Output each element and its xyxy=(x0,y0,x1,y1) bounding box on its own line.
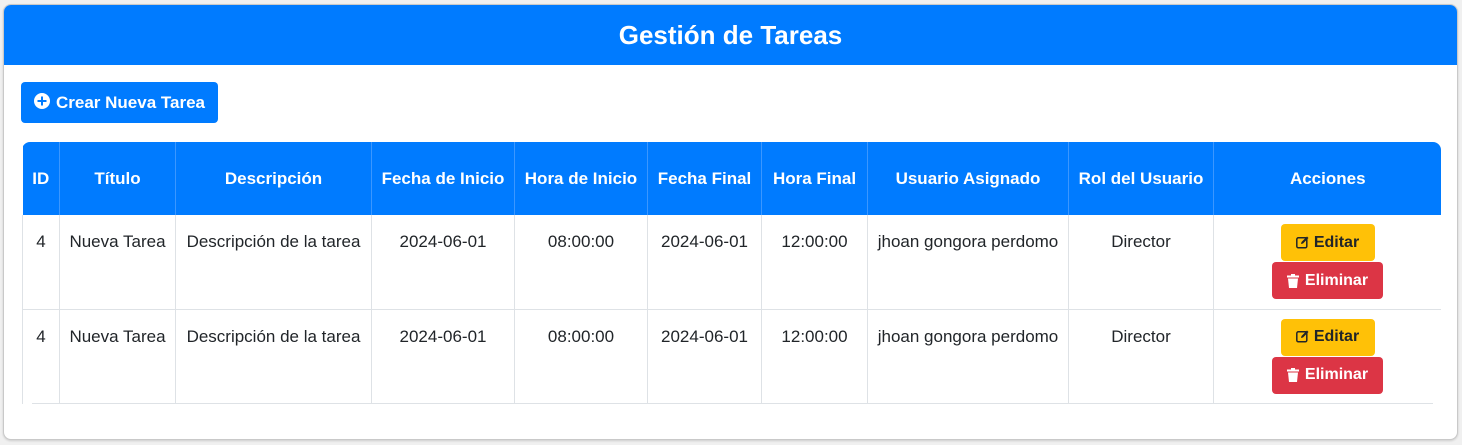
cell-id: 4 xyxy=(22,215,60,310)
cell-fecha-final: 2024-06-01 xyxy=(647,215,762,310)
cell-usuario: jhoan gongora perdomo xyxy=(867,309,1069,404)
cell-fecha-final: 2024-06-01 xyxy=(647,309,762,404)
trash-icon xyxy=(1286,273,1300,288)
table-header-row: ID Título Descripción Fecha de Inicio Ho… xyxy=(22,142,1441,215)
edit-icon xyxy=(1295,236,1309,250)
trash-icon xyxy=(1286,368,1300,382)
cell-hora-final: 12:00:00 xyxy=(761,309,868,404)
row-actions: Editar Eliminar xyxy=(1222,318,1433,394)
column-header-usuario: Usuario Asignado xyxy=(867,142,1069,215)
cell-fecha-inicio: 2024-06-01 xyxy=(371,215,515,310)
edit-button[interactable]: Editar xyxy=(1280,318,1375,356)
cell-rol: Director xyxy=(1068,215,1214,310)
edit-label: Editar xyxy=(1313,233,1360,251)
edit-icon xyxy=(1295,330,1309,344)
delete-button[interactable]: Eliminar xyxy=(1272,262,1383,299)
column-header-fecha-final: Fecha Final xyxy=(647,142,762,215)
column-header-rol: Rol del Usuario xyxy=(1068,142,1214,215)
cell-fecha-inicio: 2024-06-01 xyxy=(371,309,515,404)
create-task-label: Crear Nueva Tarea xyxy=(56,92,205,112)
cell-titulo: Nueva Tarea xyxy=(59,215,176,310)
cell-hora-final: 12:00:00 xyxy=(761,215,868,310)
tasks-card: Gestión de Tareas Crear Nueva Tarea ID T… xyxy=(3,4,1458,440)
page-title: Gestión de Tareas xyxy=(4,5,1457,65)
table-row: 4 Nueva Tarea Descripción de la tarea 20… xyxy=(22,309,1441,404)
edit-label: Editar xyxy=(1313,328,1360,345)
table-bottom-divider xyxy=(32,403,1433,404)
cell-acciones: Editar Eliminar xyxy=(1213,309,1441,404)
delete-label: Eliminar xyxy=(1304,271,1369,289)
create-task-button[interactable]: Crear Nueva Tarea xyxy=(21,82,218,123)
column-header-acciones: Acciones xyxy=(1213,142,1441,215)
delete-button[interactable]: Eliminar xyxy=(1272,356,1383,394)
column-header-fecha-inicio: Fecha de Inicio xyxy=(371,142,515,215)
tasks-table: ID Título Descripción Fecha de Inicio Ho… xyxy=(22,142,1441,404)
row-actions: Editar Eliminar xyxy=(1222,224,1433,299)
cell-id: 4 xyxy=(22,309,60,404)
column-header-titulo: Título xyxy=(59,142,176,215)
delete-label: Eliminar xyxy=(1304,366,1369,383)
cell-titulo: Nueva Tarea xyxy=(59,309,176,404)
column-header-hora-final: Hora Final xyxy=(761,142,868,215)
cell-acciones: Editar Eliminar xyxy=(1213,215,1441,310)
cell-descripcion: Descripción de la tarea xyxy=(175,215,372,310)
cell-hora-inicio: 08:00:00 xyxy=(514,309,648,404)
plus-circle-icon xyxy=(34,92,50,109)
cell-rol: Director xyxy=(1068,309,1214,404)
column-header-descripcion: Descripción xyxy=(175,142,372,215)
table-row: 4 Nueva Tarea Descripción de la tarea 20… xyxy=(22,215,1441,310)
edit-button[interactable]: Editar xyxy=(1280,224,1375,261)
cell-hora-inicio: 08:00:00 xyxy=(514,215,648,310)
column-header-hora-inicio: Hora de Inicio xyxy=(514,142,648,215)
cell-descripcion: Descripción de la tarea xyxy=(175,309,372,404)
column-header-id: ID xyxy=(22,142,60,215)
cell-usuario: jhoan gongora perdomo xyxy=(867,215,1069,310)
tasks-table-container: ID Título Descripción Fecha de Inicio Ho… xyxy=(22,142,1441,404)
